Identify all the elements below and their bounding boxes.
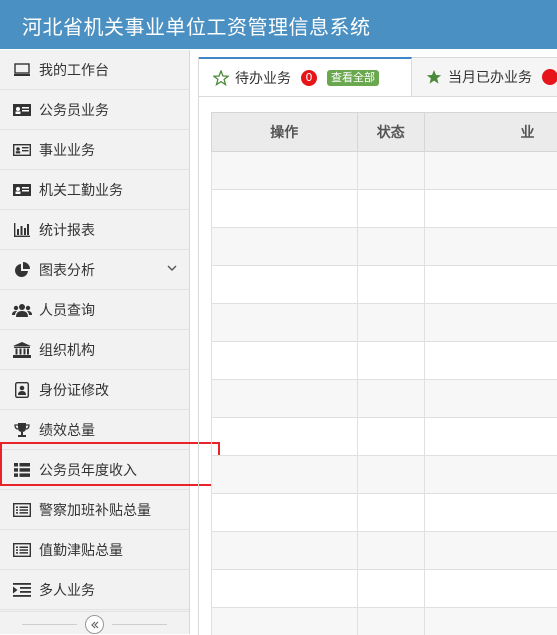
sidebar-item-label: 警察加班补贴总量 <box>39 500 151 520</box>
tab-label: 待办业务 <box>235 68 291 88</box>
app-header: 河北省机关事业单位工资管理信息系统 <box>0 0 557 49</box>
column-header-business: 业 <box>425 113 557 152</box>
collapse-sidebar-button[interactable] <box>85 615 104 634</box>
list-alt-icon <box>11 542 33 558</box>
star-icon <box>426 69 442 85</box>
table-row <box>212 608 557 635</box>
contact-card-icon <box>11 382 33 398</box>
sidebar-item-reports[interactable]: 统计报表 <box>0 210 189 250</box>
column-header-action: 操作 <box>212 113 358 152</box>
trophy-icon <box>11 422 33 438</box>
sidebar-item-label: 图表分析 <box>39 260 95 280</box>
users-icon <box>11 302 33 318</box>
column-header-status: 状态 <box>357 113 425 152</box>
main-content: 待办业务 0 查看全部 当月已办业务 操作 状态 业 <box>198 57 557 635</box>
indent-icon <box>11 582 33 598</box>
tab-done-this-month[interactable]: 当月已办业务 <box>412 58 557 96</box>
table-row <box>212 190 557 228</box>
id-card-icon <box>11 102 33 118</box>
sidebar-item-label: 统计报表 <box>39 220 95 240</box>
divider <box>112 624 167 625</box>
tab-bar: 待办业务 0 查看全部 当月已办业务 <box>199 58 557 97</box>
sidebar-item-duty-allowance[interactable]: 值勤津贴总量 <box>0 530 189 570</box>
app-title: 河北省机关事业单位工资管理信息系统 <box>22 11 371 40</box>
sidebar-item-label: 多人业务 <box>39 580 95 600</box>
divider <box>22 624 77 625</box>
sidebar-item-label: 身份证修改 <box>39 380 109 400</box>
sidebar-item-multi-person[interactable]: 多人业务 <box>0 570 189 610</box>
sidebar-item-label: 我的工作台 <box>39 60 109 80</box>
sidebar-item-police-overtime[interactable]: 警察加班补贴总量 <box>0 490 189 530</box>
double-chevron-left-icon <box>90 620 100 630</box>
table-row <box>212 418 557 456</box>
table-row <box>212 342 557 380</box>
sidebar-item-institution[interactable]: 事业业务 <box>0 130 189 170</box>
table-row <box>212 228 557 266</box>
id-card-outline-icon <box>11 142 33 158</box>
star-outline-icon <box>213 70 229 86</box>
sidebar: 我的工作台 公务员业务 事业业务 机关工勤业务 统计报表 图表分析 <box>0 50 190 634</box>
chevron-down-icon[interactable] <box>166 262 178 278</box>
pie-chart-icon <box>11 262 33 278</box>
table-row <box>212 570 557 608</box>
table-row <box>212 380 557 418</box>
institution-icon <box>11 342 33 358</box>
done-count-badge <box>542 69 557 85</box>
table-row <box>212 494 557 532</box>
list-alt-icon <box>11 502 33 518</box>
highlight-annotation <box>0 442 220 486</box>
sidebar-item-label: 人员查询 <box>39 300 95 320</box>
sidebar-item-label: 事业业务 <box>39 140 95 160</box>
sidebar-item-label: 机关工勤业务 <box>39 180 123 200</box>
id-card-icon <box>11 182 33 198</box>
table-row <box>212 266 557 304</box>
bar-chart-icon <box>11 222 33 238</box>
sidebar-item-workbench[interactable]: 我的工作台 <box>0 50 189 90</box>
sidebar-item-label: 绩效总量 <box>39 420 95 440</box>
sidebar-item-logistics[interactable]: 机关工勤业务 <box>0 170 189 210</box>
sidebar-collapse-bar <box>0 611 189 635</box>
pending-count-badge: 0 <box>301 70 317 86</box>
tab-pending[interactable]: 待办业务 0 查看全部 <box>199 57 412 96</box>
sidebar-item-org[interactable]: 组织机构 <box>0 330 189 370</box>
sidebar-item-charts[interactable]: 图表分析 <box>0 250 189 290</box>
sidebar-item-label: 组织机构 <box>39 340 95 360</box>
pending-table: 操作 状态 业 <box>211 112 557 635</box>
sidebar-item-civil-servant[interactable]: 公务员业务 <box>0 90 189 130</box>
tab-label: 当月已办业务 <box>448 67 532 87</box>
table-row <box>212 456 557 494</box>
table-row <box>212 532 557 570</box>
table-row <box>212 152 557 190</box>
monitor-icon <box>11 62 33 78</box>
table-row <box>212 304 557 342</box>
sidebar-item-id-edit[interactable]: 身份证修改 <box>0 370 189 410</box>
sidebar-item-people-search[interactable]: 人员查询 <box>0 290 189 330</box>
view-all-button[interactable]: 查看全部 <box>327 70 379 86</box>
sidebar-item-label: 公务员业务 <box>39 100 109 120</box>
sidebar-item-label: 值勤津贴总量 <box>39 540 123 560</box>
